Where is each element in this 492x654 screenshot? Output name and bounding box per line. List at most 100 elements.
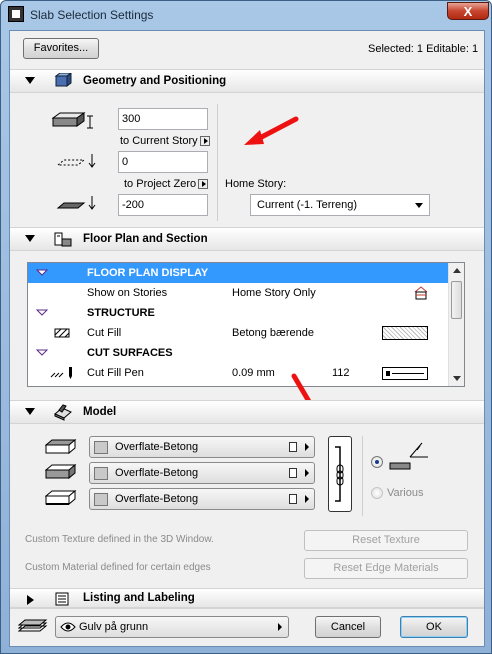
home-story-select[interactable]: Current (-1. Terreng) xyxy=(250,194,430,216)
scroll-down-icon[interactable] xyxy=(453,376,461,381)
side-surface-icon xyxy=(45,464,77,480)
close-button[interactable]: X xyxy=(447,2,489,20)
tree-row[interactable]: Cut Fill Betong bærende xyxy=(28,323,450,343)
tree-row[interactable]: FLOOR PLAN DISPLAY xyxy=(28,263,450,283)
expand-triangle-icon[interactable] xyxy=(34,343,50,363)
tree-row[interactable]: STRUCTURE xyxy=(28,303,450,323)
top-surface-icon xyxy=(45,439,77,455)
edge-material-icon xyxy=(389,442,428,470)
chevron-right-icon xyxy=(278,623,282,631)
material-swatch xyxy=(94,493,108,506)
section-label: Geometry and Positioning xyxy=(83,75,227,87)
chain-link-button[interactable] xyxy=(328,436,352,512)
annotation-arrow-right xyxy=(244,116,299,145)
expand-triangle-icon[interactable] xyxy=(34,263,50,283)
section-label: Listing and Labeling xyxy=(83,592,195,604)
to-current-story-text: to Current Story xyxy=(120,135,198,147)
material-swatch xyxy=(94,441,108,454)
row-name: Cut Fill Pen xyxy=(87,367,144,379)
dialog-window: Slab Selection Settings X Favorites... S… xyxy=(0,0,492,654)
chevron-right-icon xyxy=(305,443,309,451)
material-swatch xyxy=(94,467,108,480)
tree-row[interactable]: Show on Stories Home Story Only xyxy=(28,283,450,303)
bottom-surface-icon xyxy=(45,490,77,506)
row-name: FLOOR PLAN DISPLAY xyxy=(87,267,209,279)
section-header-geometry[interactable]: Geometry and Positioning xyxy=(10,69,484,93)
bottom-material-select[interactable]: Overflate-Betong xyxy=(89,488,315,510)
custom-texture-note: Custom Texture defined in the 3D Window. xyxy=(25,534,214,545)
expand-triangle-icon[interactable] xyxy=(34,303,50,323)
section-header-model[interactable]: Model xyxy=(10,400,484,424)
cancel-button[interactable]: Cancel xyxy=(315,616,381,638)
eye-icon xyxy=(60,622,76,632)
title-bar[interactable]: Slab Selection Settings X xyxy=(1,1,491,29)
scroll-up-icon[interactable] xyxy=(453,268,461,273)
uniform-radio[interactable] xyxy=(371,456,383,468)
app-icon xyxy=(8,6,24,22)
elevation-icon xyxy=(56,196,96,210)
side-material-select[interactable]: Overflate-Betong xyxy=(89,462,315,484)
slab-thickness-icon xyxy=(51,112,93,129)
settings-tree-list[interactable]: FLOOR PLAN DISPLAY Show on Stories Home … xyxy=(27,262,465,387)
collapse-triangle-icon[interactable] xyxy=(25,408,35,415)
collapse-triangle-icon[interactable] xyxy=(25,77,35,84)
fill-swatch[interactable] xyxy=(382,326,428,340)
reference-toggle-icon[interactable] xyxy=(199,136,210,147)
chevron-right-icon xyxy=(305,495,309,503)
ok-button[interactable]: OK xyxy=(400,616,468,638)
divider xyxy=(10,608,484,609)
model-icon xyxy=(54,404,72,421)
expand-triangle-icon[interactable] xyxy=(27,595,34,605)
row-name: CUT SURFACES xyxy=(87,347,173,359)
tree-row[interactable]: Cut Fill Pen 0.09 mm 112 xyxy=(28,363,450,383)
material-name: Overflate-Betong xyxy=(115,467,199,479)
layer-select[interactable]: Gulv på grunn xyxy=(55,616,289,638)
thickness-field[interactable]: 300 xyxy=(118,108,208,130)
various-radio[interactable] xyxy=(371,487,383,499)
row-value: 0.09 mm xyxy=(232,367,275,379)
to-project-zero-label: to Project Zero xyxy=(124,178,209,190)
section-header-floor-plan[interactable]: Floor Plan and Section xyxy=(10,227,484,251)
top-offset-field[interactable]: 0 xyxy=(118,151,208,173)
top-material-select[interactable]: Overflate-Betong xyxy=(89,436,315,458)
material-name: Overflate-Betong xyxy=(115,441,199,453)
divider xyxy=(217,104,218,221)
home-story-value: Current (-1. Terreng) xyxy=(257,199,358,211)
section-label: Model xyxy=(83,406,117,418)
row-name: Cut Fill xyxy=(87,327,122,339)
row-value: Home Story Only xyxy=(232,287,316,299)
reset-edge-materials-button[interactable]: Reset Edge Materials xyxy=(304,558,468,579)
reset-texture-button[interactable]: Reset Texture xyxy=(304,530,468,551)
window-title: Slab Selection Settings xyxy=(30,8,154,22)
custom-material-note: Custom Material defined for certain edge… xyxy=(25,562,211,573)
section-header-listing[interactable]: Listing and Labeling xyxy=(10,588,484,608)
pen-swatch[interactable] xyxy=(382,367,428,380)
top-offset-icon xyxy=(56,154,96,168)
chevron-down-icon xyxy=(415,203,423,208)
favorites-button[interactable]: Favorites... xyxy=(23,38,99,59)
chain-link-icon xyxy=(335,446,344,502)
dialog-client-area: Favorites... Selected: 1 Editable: 1 Geo… xyxy=(9,30,485,647)
elevation-field[interactable]: -200 xyxy=(118,194,208,216)
row-name: STRUCTURE xyxy=(87,307,155,319)
page-icon xyxy=(289,468,297,478)
tree-row[interactable]: CUT SURFACES xyxy=(28,343,450,363)
vertical-scrollbar[interactable] xyxy=(448,263,464,386)
material-name: Overflate-Betong xyxy=(115,493,199,505)
story-icon xyxy=(414,286,428,300)
listing-icon xyxy=(55,592,69,606)
to-current-story-label: to Current Story xyxy=(120,135,210,147)
chevron-right-icon xyxy=(305,469,309,477)
reference-toggle-icon[interactable] xyxy=(198,179,209,190)
pen-icon xyxy=(50,367,72,379)
selection-info: Selected: 1 Editable: 1 xyxy=(368,43,479,55)
layer-name: Gulv på grunn xyxy=(79,621,149,633)
floor-plan-icon xyxy=(54,232,72,247)
various-label: Various xyxy=(387,487,424,499)
layers-icon xyxy=(18,619,48,632)
to-project-zero-text: to Project Zero xyxy=(124,178,197,190)
home-story-label: Home Story: xyxy=(225,178,287,190)
collapse-triangle-icon[interactable] xyxy=(25,235,35,242)
row-extra: 112 xyxy=(332,367,350,379)
scroll-thumb[interactable] xyxy=(451,281,462,319)
